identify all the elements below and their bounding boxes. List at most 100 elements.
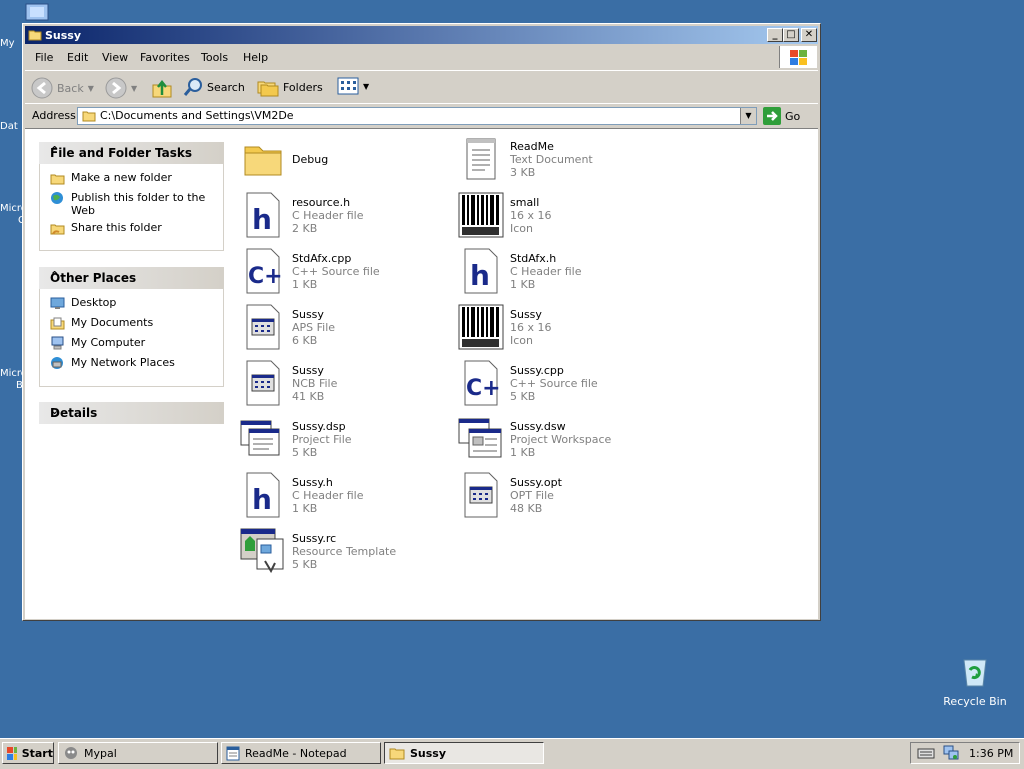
file-item[interactable]: Sussy.opt OPT File 48 KB [457, 471, 667, 523]
file-item[interactable]: h StdAfx.h C Header file 1 KB [457, 247, 667, 299]
notepad-icon [226, 746, 240, 760]
keyboard-icon[interactable] [917, 746, 935, 760]
expand-chevron-icon[interactable]: ⌄ [50, 404, 216, 417]
collapse-chevron-icon[interactable]: ⌃ [50, 269, 216, 282]
c-header-icon: h [239, 191, 287, 239]
back-label: Back [57, 81, 84, 95]
file-name: StdAfx.h [510, 252, 557, 265]
file-type: Text Document [510, 153, 593, 166]
file-type: C++ Source file [510, 377, 598, 390]
explorer-window: Sussy _ □ ✕ File Edit View Favorites Too… [22, 23, 821, 621]
back-button[interactable]: Back ▼ [31, 77, 94, 99]
cpp-source-icon: C+ [457, 359, 505, 407]
network-status-icon[interactable] [943, 745, 959, 761]
title-bar[interactable]: Sussy _ □ ✕ [25, 26, 818, 44]
taskbar: Start Mypal ReadMe - Notepad Sussy 1:36 … [0, 738, 1024, 769]
desktop-link[interactable]: Desktop [50, 296, 116, 310]
taskbar-item-notepad[interactable]: ReadMe - Notepad [221, 742, 381, 764]
desktop-label-partial[interactable]: My [0, 38, 15, 50]
desktop-label-partial[interactable]: Dat [0, 121, 18, 133]
file-name: Sussy.dsw [510, 420, 566, 433]
windows-flag-icon [790, 50, 807, 65]
make-new-folder-link[interactable]: Make a new folder [50, 171, 172, 185]
address-dropdown-button[interactable]: ▼ [740, 108, 756, 124]
windows-logo [779, 46, 817, 68]
link-label: My Documents [71, 316, 154, 329]
minimize-button[interactable]: _ [767, 28, 783, 42]
menu-help[interactable]: Help [243, 51, 268, 64]
address-input[interactable]: C:\Documents and Settings\VM2De ▼ [77, 107, 757, 125]
menu-edit[interactable]: Edit [67, 51, 88, 64]
file-type: APS File [292, 321, 336, 334]
file-folder-tasks-header[interactable]: File and Folder Tasks ⌃ [39, 142, 224, 164]
file-item[interactable]: Sussy.dsp Project File 5 KB [239, 415, 449, 467]
taskbar-item-sussy[interactable]: Sussy [384, 742, 544, 764]
file-type: 16 x 16 [510, 321, 552, 334]
file-size: Icon [510, 334, 533, 347]
address-value: C:\Documents and Settings\VM2De [100, 109, 294, 122]
desktop-icon-my-computer[interactable] [24, 2, 54, 24]
file-name: Sussy.rc [292, 532, 337, 545]
go-arrow-icon [763, 107, 781, 125]
search-button[interactable]: Search [183, 77, 245, 97]
publish-web-link[interactable]: Publish this folder to the Web [50, 191, 210, 217]
forward-button[interactable]: ▼ [105, 77, 137, 99]
menu-file[interactable]: File [35, 51, 53, 64]
computer-icon [25, 3, 49, 21]
folders-button[interactable]: Folders [257, 77, 323, 97]
file-name: ReadMe [510, 140, 554, 153]
clock[interactable]: 1:36 PM [969, 747, 1013, 760]
link-label: Publish this folder to the Web [71, 191, 206, 217]
details-header[interactable]: Details ⌄ [39, 402, 224, 424]
recycle-bin[interactable]: Recycle Bin [940, 656, 1010, 710]
share-folder-link[interactable]: Share this folder [50, 221, 162, 235]
file-item[interactable]: Sussy NCB File 41 KB [239, 359, 449, 411]
go-button[interactable]: Go [763, 107, 800, 125]
dropdown-arrow-icon[interactable]: ▼ [88, 84, 94, 93]
file-item[interactable]: C+ Sussy.cpp C++ Source file 5 KB [457, 359, 667, 411]
menu-favorites[interactable]: Favorites [140, 51, 190, 64]
generic-file-icon [239, 303, 287, 351]
taskbar-item-mypal[interactable]: Mypal [58, 742, 218, 764]
file-item[interactable]: h resource.h C Header file 2 KB [239, 191, 449, 243]
file-name: Sussy.h [292, 476, 333, 489]
text-document-icon [457, 135, 505, 183]
collapse-chevron-icon[interactable]: ⌃ [50, 144, 216, 157]
file-item[interactable]: h Sussy.h C Header file 1 KB [239, 471, 449, 523]
file-item[interactable]: Sussy APS File 6 KB [239, 303, 449, 355]
dropdown-arrow-icon[interactable]: ▼ [131, 84, 137, 93]
file-item[interactable]: small 16 x 16 Icon [457, 191, 667, 243]
file-item[interactable]: Sussy.dsw Project Workspace 1 KB [457, 415, 667, 467]
dropdown-arrow-icon[interactable]: ▼ [363, 82, 369, 91]
file-type: Project Workspace [510, 433, 612, 446]
svg-text:h: h [470, 259, 490, 292]
file-size: 6 KB [292, 334, 318, 347]
file-item[interactable]: Sussy 16 x 16 Icon [457, 303, 667, 355]
folder-icon [239, 135, 287, 183]
menu-tools[interactable]: Tools [201, 51, 228, 64]
share-folder-icon [50, 224, 65, 235]
up-folder-button[interactable] [151, 77, 173, 99]
recycle-bin-label: Recycle Bin [943, 695, 1007, 708]
views-button[interactable]: ▼ [337, 77, 369, 95]
file-item[interactable]: Sussy.rc Resource Template 5 KB [239, 527, 449, 579]
c-header-icon: h [239, 471, 287, 519]
close-button[interactable]: ✕ [801, 28, 817, 42]
network-icon [51, 357, 63, 369]
file-size: 1 KB [510, 446, 536, 459]
my-network-places-link[interactable]: My Network Places [50, 356, 175, 370]
other-places-header[interactable]: Other Places ⌃ [39, 267, 224, 289]
link-label: My Network Places [71, 356, 175, 369]
folders-icon [257, 81, 279, 97]
new-folder-icon [50, 174, 65, 185]
maximize-button[interactable]: □ [783, 28, 799, 42]
my-computer-link[interactable]: My Computer [50, 336, 145, 350]
other-places-body: Desktop My Documents My Computer My Netw… [39, 289, 224, 387]
file-item[interactable]: Debug [239, 135, 449, 187]
my-documents-link[interactable]: My Documents [50, 316, 153, 330]
file-type: C++ Source file [292, 265, 380, 278]
start-button[interactable]: Start [2, 742, 54, 764]
file-item[interactable]: ReadMe Text Document 3 KB [457, 135, 667, 187]
file-item[interactable]: C+ StdAfx.cpp C++ Source file 1 KB [239, 247, 449, 299]
menu-view[interactable]: View [102, 51, 128, 64]
